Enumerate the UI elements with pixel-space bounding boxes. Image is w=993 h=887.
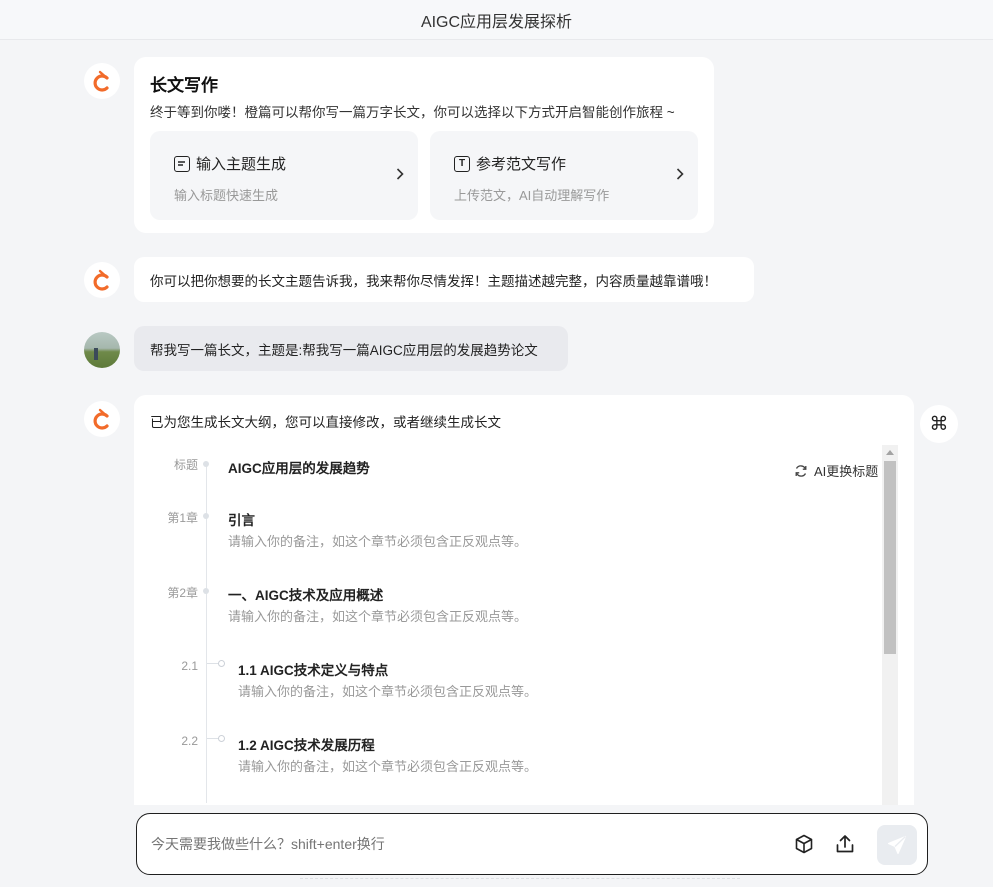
assistant-avatar — [84, 63, 120, 99]
document-lines-icon — [174, 155, 190, 172]
outline-scroll-area[interactable]: 标题 AIGC应用层的发展趋势 AI更换标题 第1章 引言 请输入你的备注，如这… — [150, 445, 898, 805]
scroll-up-arrow-icon[interactable] — [886, 449, 894, 455]
message-input[interactable] — [151, 828, 751, 860]
cube-icon — [795, 834, 813, 854]
section-title[interactable]: 1.1 AIGC技术定义与特点 — [238, 659, 388, 679]
card-subtitle: 终于等到你喽！橙篇可以帮你写一篇万字长文，你可以选择以下方式开启智能创作旅程 ~ — [150, 105, 675, 120]
chengpian-logo-icon — [93, 408, 109, 430]
refresh-icon — [795, 464, 807, 477]
cube-tool-button[interactable] — [793, 833, 817, 857]
option-topic-generate[interactable]: 输入主题生成 输入标题快速生成 — [150, 131, 418, 220]
section-title[interactable]: 1.2 AIGC技术发展历程 — [238, 734, 375, 754]
chapter-title[interactable]: 引言 — [228, 509, 255, 529]
chapter-title[interactable]: 一、AIGC技术及应用概述 — [228, 584, 383, 604]
chapter-note-input[interactable]: 请输入你的备注，如这个章节必须包含正反观点等。 — [228, 531, 527, 550]
page-title: AIGC应用层发展探析 — [420, 13, 573, 31]
option-title: 参考范文写作 — [476, 156, 567, 173]
title-label: 标题 — [173, 458, 198, 472]
long-form-writing-card: 长文写作 终于等到你喽！橙篇可以帮你写一篇万字长文，你可以选择以下方式开启智能创… — [134, 57, 714, 233]
top-bar: AIGC应用层发展探析 — [0, 0, 993, 40]
chengpian-logo-icon — [93, 70, 109, 92]
user-message: 帮我写一篇长文，主题是:帮我写一篇AIGC应用层的发展趋势论文 — [134, 326, 568, 371]
scrollbar-track[interactable] — [882, 445, 898, 805]
text-t-icon: T — [454, 155, 470, 172]
option-reference-writing[interactable]: T 参考范文写作 上传范文，AI自动理解写作 — [430, 131, 698, 220]
assistant-avatar — [84, 262, 120, 298]
composer — [136, 813, 928, 875]
timeline-dot — [203, 513, 209, 519]
ai-regenerate-title-button[interactable]: AI更换标题 — [794, 461, 878, 480]
assistant-avatar — [84, 401, 120, 437]
assistant-message: 你可以把你想要的长文主题告诉我，我来帮你尽情发挥！主题描述越完整，内容质量越靠谱… — [134, 257, 754, 302]
section-label: 2.1 — [181, 659, 198, 673]
option-desc: 输入标题快速生成 — [174, 188, 279, 203]
paper-plane-icon — [887, 835, 907, 855]
outline-title[interactable]: AIGC应用层的发展趋势 — [228, 457, 370, 477]
timeline-ring — [218, 735, 225, 742]
chapter-label: 第1章 — [167, 511, 198, 525]
footer-disclaimer-strip — [300, 878, 740, 887]
regen-label: AI更换标题 — [814, 464, 879, 479]
send-button[interactable] — [877, 825, 917, 865]
message-text: 帮我写一篇长文，主题是:帮我写一篇AIGC应用层的发展趋势论文 — [150, 342, 538, 358]
timeline-dot — [203, 588, 209, 594]
outline-card: 已为您生成长文大纲，您可以直接修改，或者继续生成长文 标题 AIGC应用层的发展… — [134, 395, 914, 805]
option-desc: 上传范文，AI自动理解写作 — [454, 188, 610, 203]
command-shortcut-button[interactable]: ⌘ — [920, 405, 958, 443]
scrollbar-thumb[interactable] — [884, 461, 896, 654]
timeline-dot — [203, 461, 209, 467]
chapter-note-input[interactable]: 请输入你的备注，如这个章节必须包含正反观点等。 — [228, 606, 527, 625]
upload-button[interactable] — [834, 833, 858, 857]
section-note-input[interactable]: 请输入你的备注，如这个章节必须包含正反观点等。 — [238, 681, 537, 700]
chevron-right-icon — [676, 168, 684, 180]
upload-icon — [836, 835, 854, 853]
user-avatar — [84, 332, 120, 368]
command-key-icon: ⌘ — [929, 413, 949, 435]
timeline-ring — [218, 660, 225, 667]
chengpian-logo-icon — [93, 269, 109, 291]
card-title: 长文写作 — [150, 76, 218, 95]
outline-intro-text: 已为您生成长文大纲，您可以直接修改，或者继续生成长文 — [150, 415, 501, 430]
chevron-right-icon — [396, 168, 404, 180]
chapter-label: 第2章 — [167, 586, 198, 600]
option-title: 输入主题生成 — [196, 156, 287, 173]
section-note-input[interactable]: 请输入你的备注，如这个章节必须包含正反观点等。 — [238, 756, 537, 775]
section-label: 2.2 — [181, 734, 198, 748]
message-text: 你可以把你想要的长文主题告诉我，我来帮你尽情发挥！主题描述越完整，内容质量越靠谱… — [150, 273, 717, 289]
